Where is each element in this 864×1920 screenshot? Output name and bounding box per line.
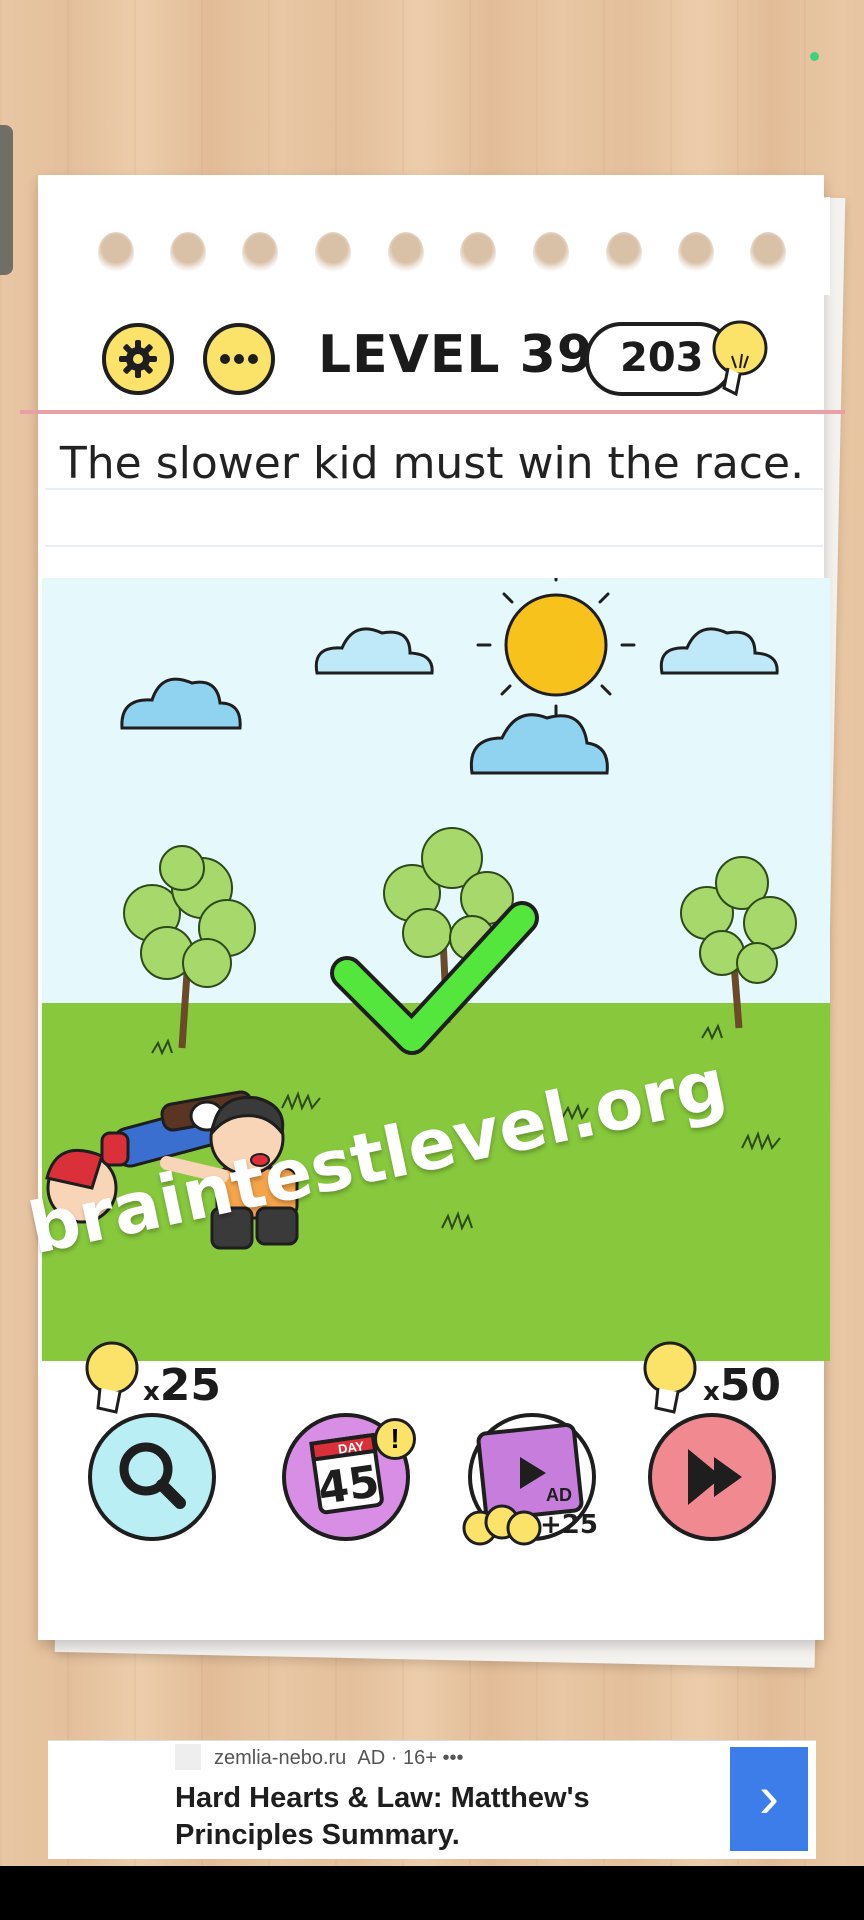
more-options-button[interactable] <box>203 323 275 395</box>
skip-cost: x50 <box>703 1360 782 1411</box>
settings-button[interactable] <box>102 323 174 395</box>
hint-count: 203 <box>620 335 704 381</box>
cloud-icon <box>659 627 779 675</box>
binder-hole <box>678 232 714 274</box>
fast-forward-icon <box>688 1449 742 1505</box>
lightbulb-icon <box>643 1341 697 1414</box>
binder-hole <box>388 232 424 274</box>
lightbulb-icon <box>712 320 768 397</box>
gear-icon <box>119 340 157 378</box>
ad-title[interactable]: Hard Hearts & Law: Matthew's Principles … <box>175 1780 635 1854</box>
cloud-icon <box>469 713 609 775</box>
paper-rule <box>45 545 823 547</box>
search-hint-button[interactable] <box>88 1413 216 1541</box>
binder-hole <box>533 232 569 274</box>
binder-hole <box>315 232 351 274</box>
tree-icon <box>123 845 256 1049</box>
search-cost: x25 <box>143 1360 222 1411</box>
paper-torn-edge <box>50 175 830 295</box>
binder-hole <box>460 232 496 274</box>
binder-hole <box>750 232 786 274</box>
ad-meta: AD · 16+ ••• <box>357 1747 464 1769</box>
ad-tag: AD <box>546 1485 572 1505</box>
more-dots-icon <box>220 354 258 364</box>
chevron-right-icon: › <box>759 1763 779 1830</box>
margin-line <box>20 410 845 414</box>
ad-domain: zemlia-nebo.ru AD · 16+ ••• <box>214 1747 464 1769</box>
sun-icon <box>476 578 636 718</box>
binder-hole <box>242 232 278 274</box>
side-handle[interactable] <box>0 125 13 275</box>
ad-favicon <box>175 1744 201 1770</box>
cloud-icon <box>314 627 434 675</box>
binder-hole <box>606 232 642 274</box>
lightbulb-icon <box>85 1341 139 1414</box>
skip-level-button[interactable] <box>648 1413 776 1541</box>
magnifier-icon <box>119 1442 186 1509</box>
cloud-icon <box>120 677 242 730</box>
alert-badge: ! <box>374 1418 416 1460</box>
binder-hole <box>98 232 134 274</box>
binder-hole <box>170 232 206 274</box>
lightbulbs-icon <box>462 1504 542 1546</box>
calendar-day: 45 <box>314 1455 383 1516</box>
system-nav-bar <box>0 1866 864 1920</box>
tree-icon <box>680 856 797 1029</box>
ad-reward: +25 <box>540 1510 598 1540</box>
question-text: The slower kid must win the race. <box>59 438 805 489</box>
ad-open-button[interactable]: › <box>730 1747 808 1851</box>
status-indicator <box>810 52 819 61</box>
